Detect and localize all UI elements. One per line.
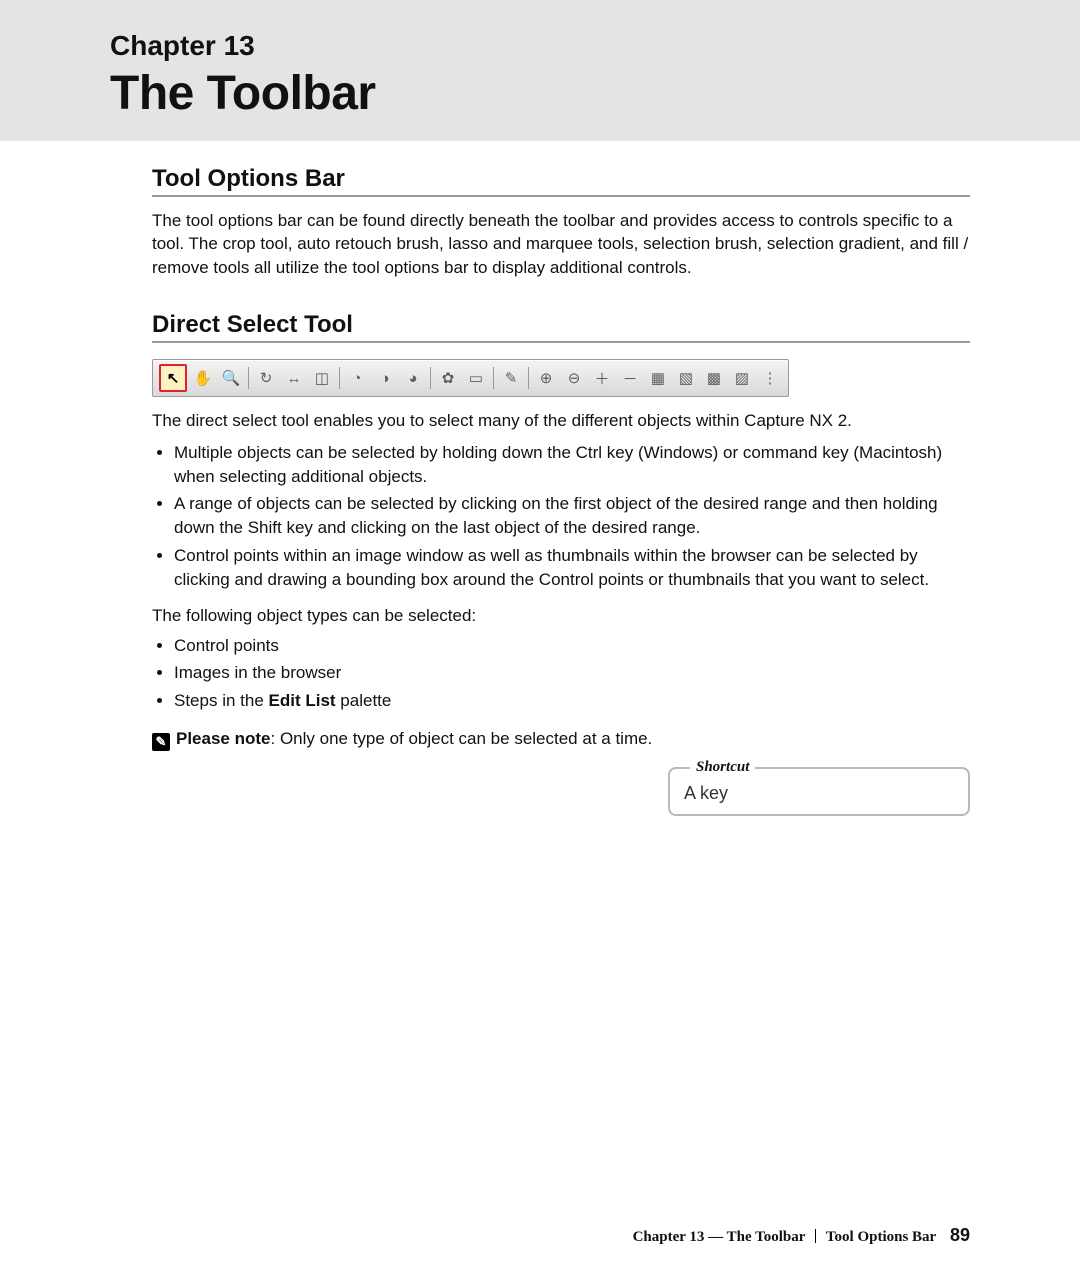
crop-icon[interactable]: ◫ xyxy=(310,366,334,390)
footer-chapter: Chapter 13 — The Toolbar xyxy=(633,1229,806,1245)
toolbar-separator xyxy=(493,367,494,389)
rotate-icon[interactable]: ↻ xyxy=(254,366,278,390)
toolbar-separator xyxy=(528,367,529,389)
neutral-point-icon[interactable]: ◑ xyxy=(373,366,397,390)
shortcut-key: A key xyxy=(684,783,956,804)
section1-paragraph: The tool options bar can be found direct… xyxy=(152,209,970,279)
handle-icon[interactable]: ⋮ xyxy=(758,366,782,390)
selection-brush-minus-icon[interactable]: ⊖ xyxy=(562,366,586,390)
section-heading-direct-select-tool: Direct Select Tool xyxy=(152,311,970,343)
please-note-text: : Only one type of object can be selecte… xyxy=(271,729,653,748)
auto-retouch-icon[interactable]: ✎ xyxy=(499,366,523,390)
section2-intro: The direct select tool enables you to se… xyxy=(152,409,970,432)
feature-bullets: Multiple objects can be selected by hold… xyxy=(152,441,970,592)
toolbar-separator xyxy=(248,367,249,389)
remove-minus-icon[interactable]: ▨ xyxy=(730,366,754,390)
chapter-label: Chapter 13 xyxy=(110,30,970,62)
gradient-plus-icon[interactable]: ＋ xyxy=(590,366,614,390)
list-item: Steps in the Edit List palette xyxy=(174,689,970,713)
toolbar-separator xyxy=(339,367,340,389)
shortcut-box: Shortcut A key xyxy=(668,767,970,816)
list-item: A range of objects can be selected by cl… xyxy=(174,492,970,540)
white-point-icon[interactable]: ◕ xyxy=(401,366,425,390)
please-note-row: ✎ Please note: Only one type of object c… xyxy=(152,729,970,749)
footer-page-number: 89 xyxy=(950,1225,970,1245)
footer-section: Tool Options Bar xyxy=(826,1229,936,1245)
marquee-icon[interactable]: ▭ xyxy=(464,366,488,390)
list-item: Images in the browser xyxy=(174,661,970,685)
selection-brush-plus-icon[interactable]: ⊕ xyxy=(534,366,558,390)
chapter-header: Chapter 13 The Toolbar xyxy=(0,0,1080,141)
hand-icon[interactable]: ✋ xyxy=(191,366,215,390)
list-item: Multiple objects can be selected by hold… xyxy=(174,441,970,489)
chapter-title: The Toolbar xyxy=(110,66,970,121)
list-item: Control points within an image window as… xyxy=(174,544,970,592)
page-footer: Chapter 13 — The Toolbar Tool Options Ba… xyxy=(633,1225,970,1246)
zoom-icon[interactable]: 🔍 xyxy=(219,366,243,390)
fill-plus-icon[interactable]: ▦ xyxy=(646,366,670,390)
note-icon: ✎ xyxy=(152,733,170,751)
toolbar-separator xyxy=(430,367,431,389)
object-types-intro: The following object types can be select… xyxy=(152,606,970,626)
object-types-bullets: Control points Images in the browser Steps… xyxy=(152,634,970,713)
remove-plus-icon[interactable]: ▩ xyxy=(702,366,726,390)
straighten-icon[interactable]: ↔ xyxy=(282,366,306,390)
fill-minus-icon[interactable]: ▧ xyxy=(674,366,698,390)
section-heading-tool-options-bar: Tool Options Bar xyxy=(152,165,970,197)
gradient-minus-icon[interactable]: － xyxy=(618,366,642,390)
lasso-icon[interactable]: ✿ xyxy=(436,366,460,390)
black-point-icon[interactable]: ◔ xyxy=(345,366,369,390)
shortcut-legend: Shortcut xyxy=(690,759,755,776)
please-note-label: Please note xyxy=(176,729,271,748)
list-item: Control points xyxy=(174,634,970,658)
toolbar-screenshot: ↖✋🔍 ↻↔◫ ◔◑◕ ✿▭ ✎ ⊕⊖＋－▦▧▩▨⋮ xyxy=(152,359,970,397)
direct-select-icon[interactable]: ↖ xyxy=(159,364,187,392)
